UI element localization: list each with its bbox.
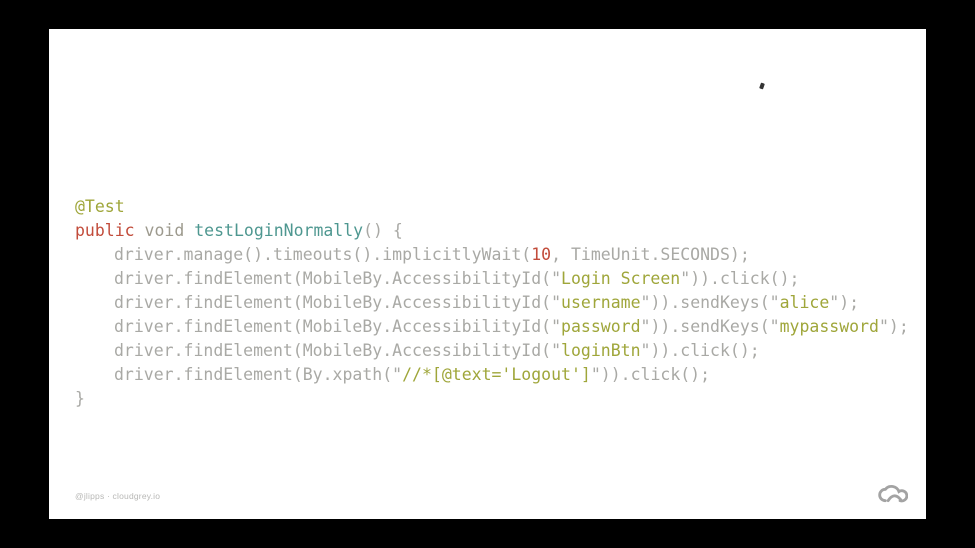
line-2a: driver.findElement(MobileBy.Accessibilit… — [114, 269, 551, 288]
quote: " — [551, 269, 561, 288]
quote: " — [641, 317, 651, 336]
line-3a: driver.findElement(MobileBy.Accessibilit… — [114, 293, 551, 312]
str-loginbtn: loginBtn — [561, 341, 640, 360]
cursor-mark — [759, 82, 765, 89]
str-login-screen: Login Screen — [561, 269, 680, 288]
str-alice: alice — [780, 293, 830, 312]
sig-tail: () { — [363, 221, 403, 240]
line-4b: )).sendKeys( — [650, 317, 769, 336]
slide: @Test public void testLoginNormally() { … — [49, 29, 926, 519]
line-1b: , TimeUnit.SECONDS); — [551, 245, 750, 264]
str-mypassword: mypassword — [780, 317, 879, 336]
str-xpath: //*[@text='Logout'] — [402, 365, 591, 384]
line-1a: driver.manage().timeouts().implicitlyWai… — [114, 245, 531, 264]
line-5b: )).click(); — [650, 341, 759, 360]
code-block: @Test public void testLoginNormally() { … — [75, 171, 909, 411]
line-3c: ); — [839, 293, 859, 312]
quote: " — [770, 293, 780, 312]
line-4a: driver.findElement(MobileBy.Accessibilit… — [114, 317, 551, 336]
cloudgrey-logo-icon — [874, 483, 908, 507]
quote: " — [551, 317, 561, 336]
keyword-void: void — [145, 221, 185, 240]
line-6b: )).click(); — [601, 365, 710, 384]
line-5a: driver.findElement(MobileBy.Accessibilit… — [114, 341, 551, 360]
line-6a: driver.findElement(By.xpath( — [114, 365, 392, 384]
slide-footer: @jlipps · cloudgrey.io — [75, 491, 160, 501]
str-username: username — [561, 293, 640, 312]
str-password: password — [561, 317, 640, 336]
quote: " — [641, 293, 651, 312]
line-2b: )).click(); — [690, 269, 799, 288]
keyword-public: public — [75, 221, 135, 240]
literal-10: 10 — [531, 245, 551, 264]
close-brace: } — [75, 389, 85, 408]
quote: " — [591, 365, 601, 384]
quote: " — [770, 317, 780, 336]
quote: " — [392, 365, 402, 384]
function-name: testLoginNormally — [194, 221, 363, 240]
annotation-test: @Test — [75, 197, 125, 216]
quote: " — [680, 269, 690, 288]
quote: " — [551, 293, 561, 312]
quote: " — [879, 317, 889, 336]
quote: " — [551, 341, 561, 360]
quote: " — [829, 293, 839, 312]
line-4c: ); — [889, 317, 909, 336]
quote: " — [641, 341, 651, 360]
line-3b: )).sendKeys( — [650, 293, 769, 312]
